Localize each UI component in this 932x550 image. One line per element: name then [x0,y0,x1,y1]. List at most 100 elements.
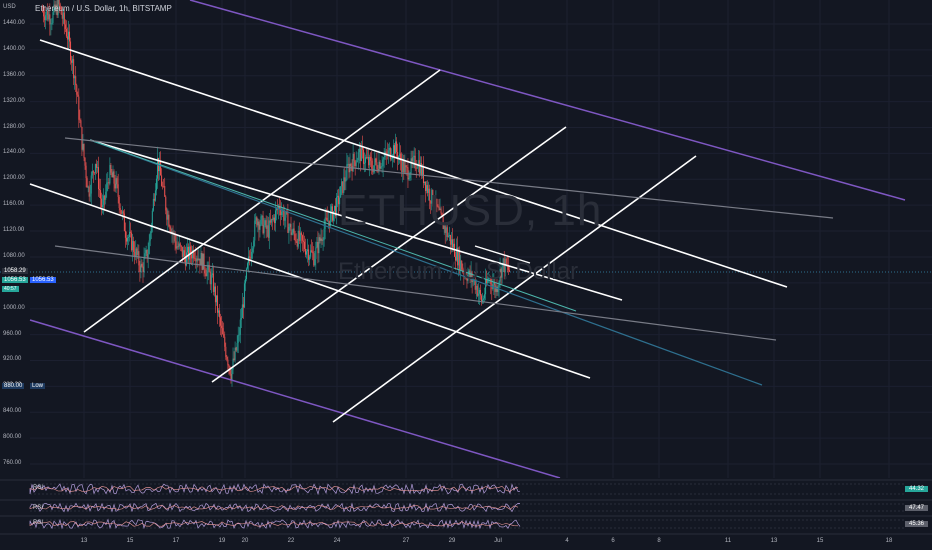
candle-body [284,217,286,221]
candle-body [215,295,217,303]
candle-body [225,346,227,357]
candle-body [108,182,110,184]
channel-upper-line [189,0,906,201]
low-label-tag: Low [30,383,46,389]
candle-body [115,178,117,189]
candle-body [222,328,224,335]
bid-price-tag: 1056.53 [2,277,28,283]
candle-body [90,175,92,194]
y-tick-label: 800.00 [3,434,22,441]
candle-body [315,247,317,260]
trendline-1 [39,39,788,288]
watermark-name: Ethereum / U.S. Dollar [338,258,579,285]
ascending-line-2 [211,126,567,383]
candle-body [300,232,302,236]
y-tick-label: 920.00 [3,356,22,363]
candle-body [310,250,312,257]
candle-body [347,163,349,165]
candle-body [223,334,225,337]
candle-body [197,258,199,261]
candle-body [254,220,256,241]
candle-body [45,14,47,21]
candle-body [451,239,453,248]
candle-body [176,246,178,249]
candle-body [365,157,367,163]
candle-body [416,167,418,169]
candle-body [217,295,219,313]
candle-body [381,166,383,167]
candle-body [358,148,360,153]
candle-body [404,165,406,173]
x-tick-label: 27 [402,538,410,544]
candle-body [110,165,112,173]
candle-body [476,285,478,296]
candle-body [378,161,380,172]
candle-body [413,155,415,158]
candle-body [194,258,196,259]
candle-body [368,157,370,166]
candle-body [289,224,291,227]
candle-body [52,12,54,23]
candle-body [182,250,184,257]
countdown-tag: 40:57 [2,286,19,292]
candle-body [124,230,126,238]
candle-body [412,157,414,162]
candle-body [87,186,89,188]
candle-body [187,246,188,253]
candle-body [264,220,266,226]
candle-body [405,165,407,168]
candle-body [363,162,365,164]
candle-body [477,293,479,296]
candle-body [44,16,46,21]
candle-body [78,96,80,120]
rsi-label-3: RSI [33,520,44,526]
candle-body [240,318,242,320]
candle-body [67,31,69,40]
candle-body [153,198,155,201]
x-tick-label: 29 [448,538,456,544]
candle-body [479,289,481,296]
candle-body [424,181,426,183]
candle-body [373,165,375,173]
candle-body [447,235,449,237]
candle-body [323,228,325,241]
low-price-tag: 880.00 [2,383,25,389]
y-tick-label: 760.00 [3,460,22,466]
candle-body [399,153,401,157]
candle-body [245,268,247,279]
chart-grid [0,0,932,478]
candle-body [313,253,315,266]
candle-body [314,259,316,266]
candle-body [258,221,260,230]
candle-body [243,283,245,308]
candle-body [73,59,75,79]
candle-body [253,240,255,249]
candle-body [101,198,103,208]
candle-body [175,241,177,249]
candle-body [165,196,167,211]
candle-body [452,243,454,248]
y-tick-label: 960.00 [3,330,22,337]
x-tick-label: 20 [241,538,249,544]
candle-body [336,197,338,216]
y-tick-label: 1320.00 [3,97,25,104]
candle-body [237,334,239,343]
candle-body [230,373,232,380]
candle-body [114,183,116,189]
candle-body [333,205,335,212]
candle-body [107,182,109,183]
candle-body [266,225,268,229]
candle-body [64,24,66,29]
candle-body [383,156,385,160]
candle-body [345,179,347,182]
rsi-label-1: RSI [33,485,44,491]
candle-body [291,232,293,235]
x-tick-label: 19 [218,538,226,544]
candle-body [169,226,171,230]
candle-body [265,220,267,229]
candle-body [312,251,314,254]
candle-body [359,148,361,161]
last-price-tag: 1058.29 [2,268,28,274]
candle-body [143,258,145,273]
candle-body [308,249,310,260]
